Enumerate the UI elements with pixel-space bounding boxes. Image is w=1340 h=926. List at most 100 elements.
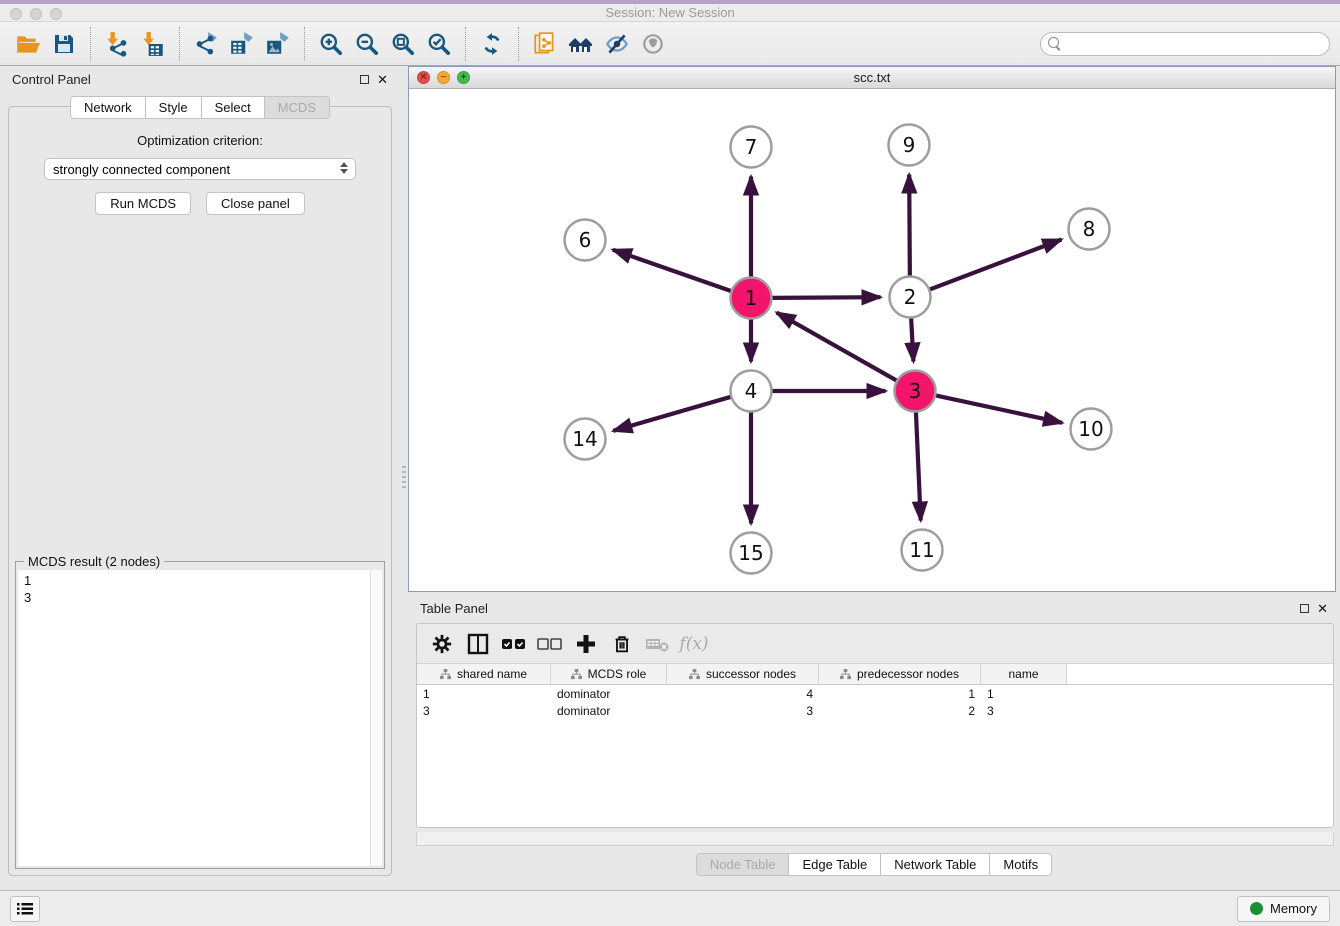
column-header-mcds-role[interactable]: MCDS role <box>551 664 667 684</box>
delete-column-icon[interactable] <box>607 629 637 659</box>
table-cell: 2 <box>819 704 981 718</box>
column-header-successor-nodes[interactable]: successor nodes <box>667 664 819 684</box>
float-panel-icon[interactable] <box>360 75 369 84</box>
panel-splitter[interactable] <box>400 66 408 890</box>
graph-node-3[interactable]: 3 <box>895 371 936 412</box>
run-mcds-button[interactable]: Run MCDS <box>95 192 191 215</box>
toolbar-separator <box>518 27 519 61</box>
network-window-titlebar[interactable]: ✕ − + scc.txt <box>409 67 1335 89</box>
table-header-row: shared name MCDS role successor nodes prede… <box>417 664 1333 685</box>
export-table-icon[interactable] <box>224 26 260 62</box>
tab-edge-table[interactable]: Edge Table <box>789 853 881 876</box>
graph-node-10[interactable]: 10 <box>1071 409 1112 450</box>
graph-node-4[interactable]: 4 <box>731 371 772 412</box>
zoom-out-icon[interactable] <box>349 26 385 62</box>
zoom-fit-icon[interactable] <box>385 26 421 62</box>
column-header-name[interactable]: name <box>981 664 1067 684</box>
tab-network[interactable]: Network <box>70 96 146 119</box>
graph-node-1[interactable]: 1 <box>731 278 772 319</box>
zoom-selected-icon[interactable] <box>421 26 457 62</box>
network-canvas[interactable]: 7 9 6 8 1 2 4 3 14 10 15 11 <box>409 89 1335 591</box>
select-all-columns-icon[interactable] <box>499 629 529 659</box>
float-table-panel-icon[interactable] <box>1300 604 1309 613</box>
tab-select[interactable]: Select <box>202 96 265 119</box>
graph-edge-2-3[interactable] <box>911 317 913 361</box>
close-table-panel-icon[interactable]: ✕ <box>1317 604 1328 613</box>
tab-motifs[interactable]: Motifs <box>990 853 1052 876</box>
graph-node-label: 15 <box>738 541 763 565</box>
graph-edge-1-2[interactable] <box>771 297 880 298</box>
close-panel-button[interactable]: Close panel <box>206 192 305 215</box>
graph-node-14[interactable]: 14 <box>565 419 606 460</box>
graph-node-2[interactable]: 2 <box>890 277 931 318</box>
graph-node-label: 14 <box>572 427 597 451</box>
table-cell: 1 <box>819 687 981 701</box>
optimization-criterion-select[interactable]: strongly connected component <box>44 158 356 180</box>
search-icon <box>1048 37 1061 50</box>
import-table-icon[interactable] <box>135 26 171 62</box>
table-row[interactable]: 1dominator411 <box>417 685 1333 702</box>
graph-edge-4-14[interactable] <box>613 397 731 431</box>
open-file-icon[interactable] <box>10 26 46 62</box>
graph-edge-3-1[interactable] <box>777 313 898 381</box>
tab-style[interactable]: Style <box>146 96 202 119</box>
add-column-icon[interactable] <box>571 629 601 659</box>
save-session-icon[interactable] <box>46 26 82 62</box>
memory-button[interactable]: Memory <box>1237 896 1330 922</box>
graph-node-15[interactable]: 15 <box>731 533 772 574</box>
titlebar: Session: New Session <box>0 0 1340 22</box>
zoom-in-icon[interactable] <box>313 26 349 62</box>
column-header-shared-name[interactable]: shared name <box>417 664 551 684</box>
column-header-label: predecessor nodes <box>857 667 959 681</box>
graph-edge-3-11[interactable] <box>916 411 921 520</box>
show-all-icon[interactable] <box>635 26 671 62</box>
show-column-pane-icon[interactable] <box>463 629 493 659</box>
result-scrollbar[interactable] <box>370 570 382 866</box>
graph-node-6[interactable]: 6 <box>565 220 606 261</box>
statusbar: Memory <box>0 890 1340 926</box>
table-panel-title: Table Panel <box>408 601 488 616</box>
toolbar-separator <box>465 27 466 61</box>
splitter-grip-icon <box>402 466 406 488</box>
graph-node-11[interactable]: 11 <box>902 530 943 571</box>
table-row[interactable]: 3dominator323 <box>417 702 1333 719</box>
export-network-icon[interactable] <box>188 26 224 62</box>
table-cell: dominator <box>551 704 667 718</box>
export-image-icon[interactable] <box>260 26 296 62</box>
mcds-result-textarea[interactable]: 1 3 <box>18 570 382 866</box>
control-panel-title: Control Panel <box>0 72 91 87</box>
table-settings-icon[interactable] <box>427 629 457 659</box>
mcds-result-groupbox: MCDS result (2 nodes) 1 3 <box>15 561 385 869</box>
apply-layout-icon[interactable] <box>474 26 510 62</box>
select-chevrons-icon <box>340 162 348 174</box>
task-history-button[interactable] <box>10 896 40 922</box>
column-header-label: MCDS role <box>588 667 647 681</box>
graph-node-label: 9 <box>903 133 916 157</box>
toolbar-separator <box>304 27 305 61</box>
graph-node-label: 4 <box>745 379 758 403</box>
tab-node-table[interactable]: Node Table <box>696 853 790 876</box>
new-network-from-selection-icon[interactable] <box>527 26 563 62</box>
column-header-predecessor-nodes[interactable]: predecessor nodes <box>819 664 981 684</box>
graph-edge-2-9[interactable] <box>909 174 910 276</box>
main-area: Control Panel ✕ NetworkStyleSelectMCDS O… <box>0 66 1340 890</box>
first-neighbors-icon[interactable] <box>563 26 599 62</box>
tab-mcds[interactable]: MCDS <box>265 96 330 119</box>
hide-selected-icon[interactable] <box>599 26 635 62</box>
graph-edge-3-10[interactable] <box>935 395 1062 422</box>
deselect-all-columns-icon[interactable] <box>535 629 565 659</box>
delete-table-icon <box>643 629 673 659</box>
search-input[interactable] <box>1040 32 1330 56</box>
graph-node-9[interactable]: 9 <box>889 125 930 166</box>
close-panel-icon[interactable]: ✕ <box>377 75 388 84</box>
table-rows: 1dominator4113dominator323 <box>417 685 1333 719</box>
table-hscrollbar[interactable] <box>416 832 1334 846</box>
graph-node-7[interactable]: 7 <box>731 127 772 168</box>
graph-edge-1-6[interactable] <box>613 250 732 292</box>
import-network-icon[interactable] <box>99 26 135 62</box>
graph-edge-2-8[interactable] <box>929 239 1061 289</box>
network-window-title: scc.txt <box>409 70 1335 85</box>
tab-network-table[interactable]: Network Table <box>881 853 990 876</box>
titlebar-accent <box>0 0 1340 4</box>
graph-node-8[interactable]: 8 <box>1069 209 1110 250</box>
